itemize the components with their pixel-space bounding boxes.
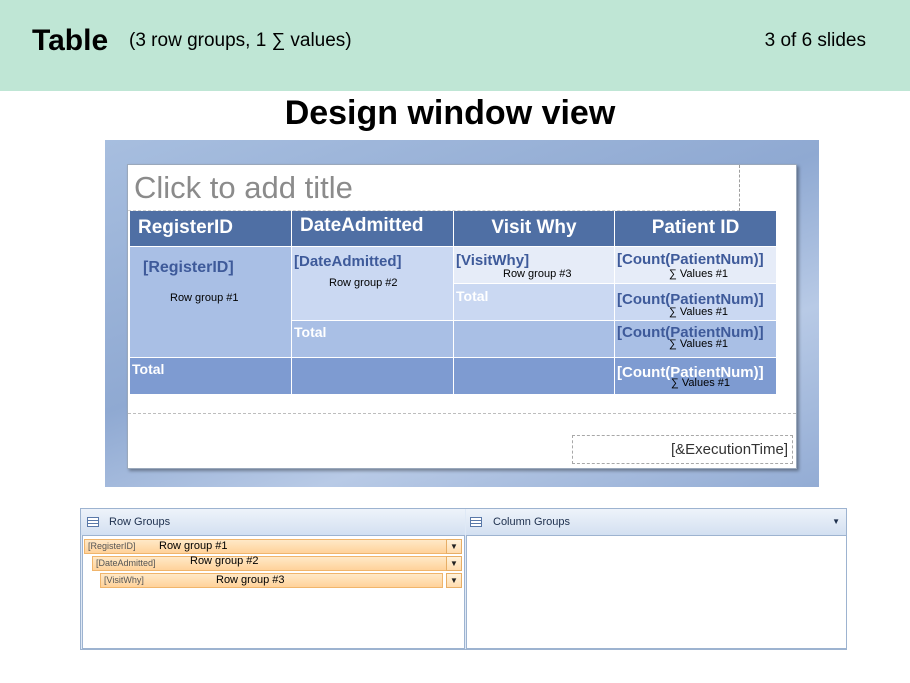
title-placeholder[interactable]: Click to add title — [128, 165, 740, 211]
empty-cell-2[interactable] — [292, 358, 454, 395]
dateadmitted-group-cell[interactable]: [DateAdmitted] Row group #2 — [292, 247, 454, 321]
values-label-2: ∑ Values #1 — [669, 306, 729, 318]
count-cell-4[interactable]: [Count(PatientNum)] ∑ Values #1 — [615, 358, 777, 395]
slide-counter: 3 of 6 slides — [764, 30, 866, 51]
row-group-2-label: Row group #2 — [329, 277, 398, 289]
report-canvas: Click to add title RegisterID DateAdmitt… — [127, 164, 797, 469]
dateadmitted-total-label: Total — [294, 324, 327, 340]
column-groups-icon — [470, 517, 482, 527]
visitwhy-total-cell[interactable]: Total — [454, 284, 615, 321]
row-group-1-caption: Row group #1 — [159, 540, 228, 552]
count-cell-2[interactable]: [Count(PatientNum)] ∑ Values #1 — [615, 284, 777, 321]
values-label-4: ∑ Values #1 — [671, 377, 731, 389]
design-window: Click to add title RegisterID DateAdmitt… — [105, 140, 819, 487]
row-groups-header: Row Groups — [81, 509, 465, 535]
slide-banner: Table (3 row groups, 1 ∑ values) 3 of 6 … — [0, 0, 910, 91]
row-group-3-label: Row group #3 — [503, 268, 572, 280]
registerid-field: [RegisterID] — [143, 259, 234, 276]
empty-cell-3[interactable] — [454, 358, 615, 395]
count-field-1: [Count(PatientNum)] — [617, 251, 764, 268]
row-groups-list: [RegisterID] Row group #1 ▼ [DateAdmitte… — [82, 535, 465, 649]
chevron-down-icon[interactable]: ▼ — [446, 539, 462, 554]
grouping-pane: Row Groups Column Groups ▼ [RegisterID] … — [80, 508, 847, 650]
page-footer-divider — [128, 413, 796, 414]
chevron-down-icon[interactable]: ▼ — [446, 556, 462, 571]
values-label-1: ∑ Values #1 — [669, 268, 729, 280]
header-patient-id[interactable]: Patient ID — [615, 211, 777, 247]
count-cell-3[interactable]: [Count(PatientNum)] ∑ Values #1 — [615, 321, 777, 358]
empty-cell-1[interactable] — [454, 321, 615, 358]
dateadmitted-total-cell[interactable]: Total — [292, 321, 454, 358]
grand-total-cell[interactable]: Total — [130, 358, 292, 395]
row-group-item-1[interactable]: [RegisterID] — [84, 539, 447, 554]
row-groups-title: Row Groups — [109, 516, 171, 528]
header-dateadmitted[interactable]: DateAdmitted — [292, 211, 454, 247]
slide-subtitle: (3 row groups, 1 ∑ values) — [129, 30, 352, 51]
values-label-3: ∑ Values #1 — [669, 338, 729, 350]
row-group-1-label: Row group #1 — [170, 292, 239, 304]
row-group-3-field: [VisitWhy] — [104, 575, 144, 585]
chevron-down-icon[interactable]: ▼ — [446, 573, 462, 588]
row-group-2-caption: Row group #2 — [190, 555, 259, 567]
page-heading: Design window view — [284, 94, 616, 132]
column-groups-header: Column Groups ▼ — [466, 509, 846, 535]
column-groups-title: Column Groups — [493, 516, 571, 528]
header-registerid[interactable]: RegisterID — [130, 211, 292, 247]
slide-title: Table — [32, 24, 109, 57]
visitwhy-cell[interactable]: [VisitWhy] Row group #3 — [454, 247, 615, 284]
row-group-3-caption: Row group #3 — [216, 574, 285, 586]
visitwhy-field: [VisitWhy] — [456, 252, 530, 269]
execution-time-textbox[interactable]: [&ExecutionTime] — [572, 435, 793, 464]
row-groups-icon — [87, 517, 99, 527]
registerid-group-cell[interactable]: [RegisterID] Row group #1 — [130, 247, 292, 358]
header-visit-why[interactable]: Visit Why — [454, 211, 615, 247]
grand-total-label: Total — [132, 361, 165, 377]
count-cell-1[interactable]: [Count(PatientNum)] ∑ Values #1 — [615, 247, 777, 284]
column-groups-list — [466, 535, 847, 649]
dateadmitted-field: [DateAdmitted] — [294, 253, 402, 270]
row-group-item-2[interactable]: [DateAdmitted] — [92, 556, 447, 571]
row-group-1-field: [RegisterID] — [88, 541, 136, 551]
visitwhy-total-label: Total — [456, 288, 489, 304]
row-group-2-field: [DateAdmitted] — [96, 558, 156, 568]
column-groups-menu-icon[interactable]: ▼ — [832, 509, 840, 535]
